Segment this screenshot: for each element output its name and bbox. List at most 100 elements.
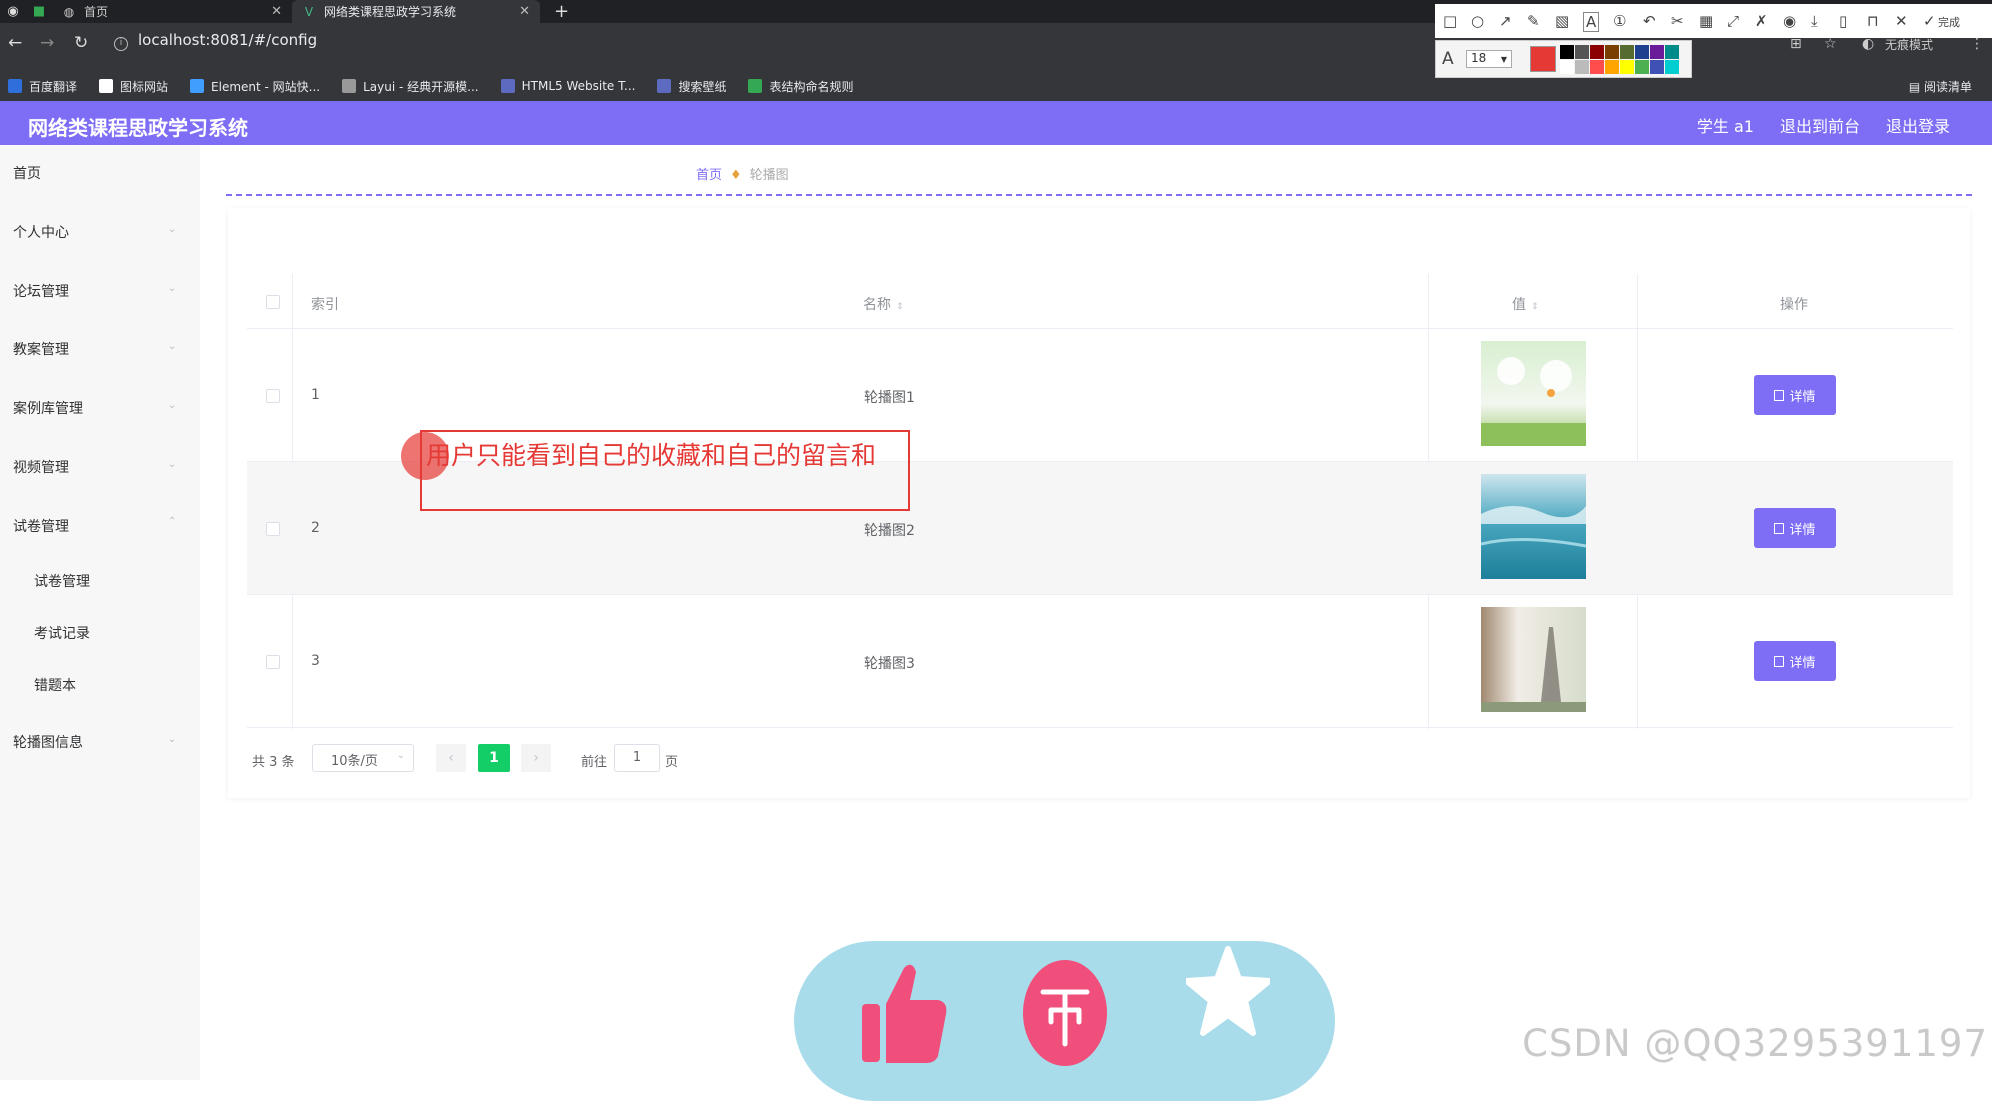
rectangle-icon[interactable]: □ (1443, 12, 1457, 30)
bookmark-item[interactable]: Element - 网站快... (190, 78, 320, 95)
chevron-down-icon: ⌄ (396, 750, 405, 761)
pin-icon[interactable]: ✗ (1755, 12, 1768, 30)
reading-list[interactable]: ▤ 阅读清单 (1909, 78, 1972, 95)
check-icon[interactable]: ✓ (1923, 12, 1936, 30)
color-swatch[interactable] (1650, 45, 1664, 59)
sidebar-item-forum[interactable]: 论坛管理 (13, 281, 69, 301)
undo-icon[interactable]: ↶ (1643, 12, 1656, 30)
sort-icon[interactable]: ⇕ (896, 302, 904, 312)
color-swatch[interactable] (1575, 45, 1589, 59)
translate-icon[interactable]: ⊞ (1790, 36, 1802, 52)
user-name[interactable]: 学生 a1 (1697, 113, 1754, 137)
next-page-button[interactable]: › (521, 744, 551, 772)
more-icon[interactable]: ⋮ (1970, 36, 1984, 52)
tab-active[interactable]: V 网络类课程思政学习系统 ✕ (292, 0, 540, 23)
color-swatch[interactable] (1665, 60, 1679, 74)
sidebar-item-exams[interactable]: 试卷管理 (13, 516, 69, 536)
detail-button[interactable]: 详情 (1754, 375, 1836, 415)
prev-page-button[interactable]: ‹ (436, 744, 466, 772)
sidebar-item-lesson-plans[interactable]: 教案管理 (13, 339, 69, 359)
color-swatch[interactable] (1590, 60, 1604, 74)
color-swatch[interactable] (1560, 45, 1574, 59)
pen-icon[interactable]: ✎ (1527, 12, 1540, 30)
sidebar-item-case-library[interactable]: 案例库管理 (13, 398, 83, 418)
number-icon[interactable]: ① (1613, 12, 1626, 30)
detail-button[interactable]: 详情 (1754, 508, 1836, 548)
close-icon[interactable]: ✕ (271, 4, 282, 19)
current-color-swatch[interactable] (1530, 46, 1556, 72)
sidebar-item-carousel[interactable]: 轮播图信息 (13, 732, 83, 752)
thumbs-up-icon[interactable] (858, 960, 948, 1065)
bookmark-item[interactable]: HTML5 Website T... (500, 79, 635, 93)
pinned-tab-icon[interactable]: ■ (26, 0, 52, 23)
color-swatch[interactable] (1620, 45, 1634, 59)
row-checkbox[interactable] (266, 655, 280, 669)
annotation-text[interactable]: 用户只能看到自己的收藏和自己的留言和 (426, 440, 906, 472)
logout-link[interactable]: 退出登录 (1886, 113, 1950, 137)
select-all-checkbox[interactable] (266, 295, 280, 309)
done-label[interactable]: 完成 (1938, 14, 1960, 30)
current-page[interactable]: 1 (478, 744, 510, 772)
forward-icon[interactable]: → (40, 33, 54, 53)
color-swatch[interactable] (1605, 45, 1619, 59)
translate-tool-icon[interactable]: ▦ (1699, 12, 1713, 30)
sort-icon[interactable]: ⇕ (1531, 302, 1539, 312)
bookmark-item[interactable]: Layui - 经典开源模... (342, 78, 479, 95)
color-swatch[interactable] (1650, 60, 1664, 74)
color-swatch[interactable] (1620, 60, 1634, 74)
sidebar-subitem-wrong-questions[interactable]: 错题本 (34, 675, 76, 695)
star-icon[interactable]: ☆ (1824, 36, 1837, 52)
row-checkbox[interactable] (266, 522, 280, 536)
reload-icon[interactable]: ↻ (74, 33, 88, 53)
download-icon[interactable]: ⤓ (1811, 12, 1818, 30)
detail-button[interactable]: 详情 (1754, 641, 1836, 681)
star-icon[interactable] (1186, 945, 1270, 1045)
color-swatch[interactable] (1575, 60, 1589, 74)
bookmark-item[interactable]: 百度翻译 (8, 78, 77, 95)
ellipse-icon[interactable]: ○ (1471, 12, 1484, 30)
color-swatch[interactable] (1560, 60, 1574, 74)
back-icon[interactable]: ← (8, 33, 22, 53)
sidebar-item-home[interactable]: 首页 (13, 163, 41, 183)
header-value[interactable]: 值 ⇕ (1512, 294, 1539, 314)
sidebar-item-personal[interactable]: 个人中心 (13, 222, 69, 242)
breadcrumb-home[interactable]: 首页 (696, 168, 722, 183)
bookmark-tool-icon[interactable]: ⊓ (1867, 12, 1879, 30)
bookmark-item[interactable]: 搜索壁纸 (657, 78, 726, 95)
record-icon[interactable]: ◉ (1783, 12, 1796, 30)
new-tab-icon[interactable]: + (554, 1, 569, 22)
scissors-icon[interactable]: ✂ (1671, 12, 1684, 30)
color-palette[interactable] (1560, 45, 1679, 74)
close-icon[interactable]: ✕ (519, 4, 530, 19)
font-size-select[interactable]: 18 ▼ (1466, 50, 1512, 68)
info-icon[interactable]: i (114, 37, 128, 51)
sidebar-subitem-exam-papers[interactable]: 试卷管理 (34, 571, 90, 591)
bookmark-label: 搜索壁纸 (678, 79, 727, 94)
to-front-link[interactable]: 退出到前台 (1780, 113, 1860, 137)
bookmark-item[interactable]: 图标网站 (99, 78, 168, 95)
coin-icon[interactable] (1021, 958, 1109, 1068)
sidebar-subitem-exam-records[interactable]: 考试记录 (34, 623, 90, 643)
save-icon[interactable]: ▯ (1839, 12, 1847, 30)
bookmark-item[interactable]: 表结构命名规则 (748, 78, 853, 95)
header-name[interactable]: 名称 ⇕ (863, 294, 904, 314)
url-field[interactable]: i localhost:8081/#/config (114, 31, 317, 51)
color-swatch[interactable] (1665, 45, 1679, 59)
page-size-select[interactable]: 10条/页 ⌄ (312, 744, 414, 772)
arrow-icon[interactable]: ↗ (1499, 12, 1512, 30)
incognito-icon[interactable]: ◐ (1862, 36, 1874, 52)
row-checkbox[interactable] (266, 389, 280, 403)
tab-home[interactable]: ◍ 首页 ✕ (52, 0, 292, 23)
text-tool-icon[interactable]: A (1583, 12, 1600, 32)
browser-menu-icon[interactable]: ◉ (0, 0, 26, 23)
color-swatch[interactable] (1635, 45, 1649, 59)
color-swatch[interactable] (1605, 60, 1619, 74)
color-swatch[interactable] (1635, 60, 1649, 74)
row-index: 2 (311, 520, 320, 536)
close-icon[interactable]: ✕ (1895, 12, 1908, 30)
color-swatch[interactable] (1590, 45, 1604, 59)
goto-page-input[interactable]: 1 (614, 744, 660, 772)
mosaic-icon[interactable]: ▧ (1555, 12, 1569, 30)
expand-icon[interactable]: ⤢ (1727, 12, 1739, 30)
sidebar-item-videos[interactable]: 视频管理 (13, 457, 69, 477)
